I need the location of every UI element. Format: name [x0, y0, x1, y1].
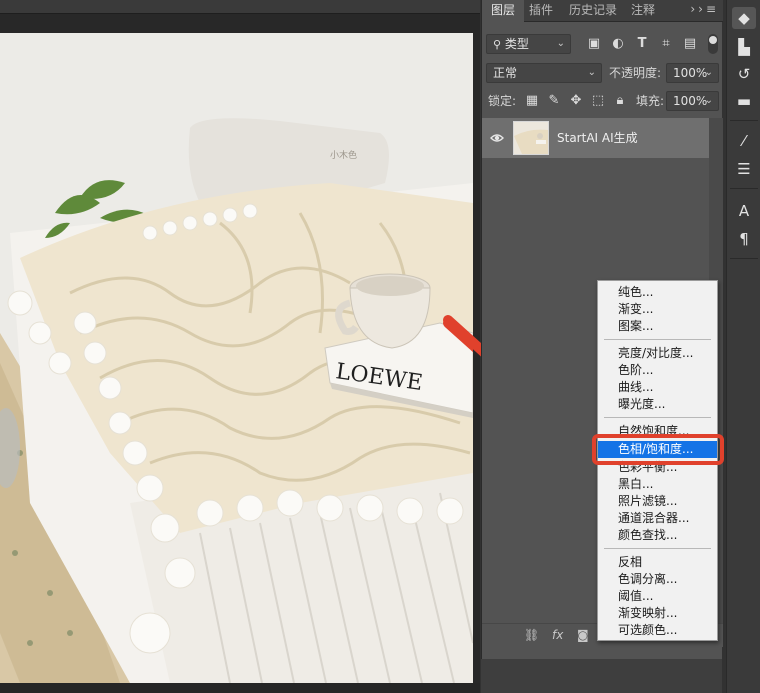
add-mask-icon[interactable]: ◙: [577, 628, 589, 642]
lock-image-pixels-icon[interactable]: ✎: [546, 93, 562, 109]
menu-separator: [604, 339, 711, 340]
chevron-down-icon: ⌄: [704, 67, 713, 78]
fx-icon[interactable]: fx: [552, 628, 563, 642]
fill-label: 填充:: [636, 94, 665, 108]
filter-toggle-switch[interactable]: [708, 34, 718, 54]
tab-plugins[interactable]: 插件: [520, 0, 562, 22]
link-layers-icon[interactable]: ⛓: [524, 628, 539, 642]
menu-item-color-lookup[interactable]: 颜色查找...: [598, 527, 717, 544]
type-filter-icon[interactable]: T: [634, 36, 650, 52]
horizontal-scrollbar[interactable]: [0, 683, 480, 693]
document-canvas-area[interactable]: 小木色 LOEWE: [0, 0, 480, 693]
blend-mode-select[interactable]: 正常 ⌄: [486, 63, 602, 83]
menu-item-solid-color[interactable]: 纯色...: [598, 284, 717, 301]
paths-icon[interactable]: ↺: [732, 63, 756, 85]
divider: [730, 188, 758, 189]
menu-item-curves[interactable]: 曲线...: [598, 379, 717, 396]
search-icon: ⚲: [493, 38, 502, 51]
character-icon[interactable]: A: [732, 200, 756, 222]
panel-tab-bar: 图层 插件 历史记录 注释 ››≡: [482, 0, 723, 23]
fill-field[interactable]: 100% ⌄: [666, 91, 719, 111]
tab-layers[interactable]: 图层: [482, 0, 525, 23]
pillow-print: 小木色: [330, 149, 357, 161]
menu-item-selective-color[interactable]: 可选颜色...: [598, 622, 717, 639]
lock-artboard-icon[interactable]: ⬚: [590, 93, 606, 109]
menu-item-black-white[interactable]: 黑白...: [598, 476, 717, 493]
channels-icon[interactable]: ▙: [732, 36, 756, 58]
divider: [730, 120, 758, 121]
pixel-filter-icon[interactable]: ▣: [586, 36, 602, 52]
menu-item-invert[interactable]: 反相: [598, 554, 717, 571]
panel-dock-gap: [481, 659, 722, 693]
adjustments-icon[interactable]: ☰: [732, 158, 756, 180]
lock-label: 锁定:: [488, 94, 517, 108]
comments-icon[interactable]: ▬: [732, 90, 756, 112]
layer-filter-kind-select[interactable]: ⚲ 类型 ⌄: [486, 34, 571, 54]
paragraph-icon[interactable]: ¶: [732, 228, 756, 250]
menu-item-brightness-contrast[interactable]: 亮度/对比度...: [598, 345, 717, 362]
lock-transparent-pixels-icon[interactable]: ▦: [524, 93, 540, 109]
blend-mode-value: 正常: [493, 66, 518, 80]
opacity-label: 不透明度:: [609, 66, 662, 80]
filter-kind-value: 类型: [504, 37, 529, 51]
menu-separator: [604, 417, 711, 418]
document-image[interactable]: 小木色 LOEWE: [0, 33, 473, 683]
menu-item-levels[interactable]: 色阶...: [598, 362, 717, 379]
layer-row[interactable]: StartAI AI生成: [482, 118, 709, 158]
menu-separator: [604, 548, 711, 549]
tab-notes[interactable]: 注释: [622, 0, 664, 22]
menu-item-pattern[interactable]: 图案...: [598, 318, 717, 335]
menu-item-gradient-map[interactable]: 渐变映射...: [598, 605, 717, 622]
annotation-highlight-box: [592, 434, 724, 465]
lock-all-icon[interactable]: 🔒︎: [612, 93, 628, 109]
menu-item-channel-mixer[interactable]: 通道混合器...: [598, 510, 717, 527]
menu-item-exposure[interactable]: 曝光度...: [598, 396, 717, 413]
opacity-value: 100%: [673, 66, 708, 80]
opacity-field[interactable]: 100% ⌄: [666, 63, 719, 83]
collapse-icon[interactable]: ››: [690, 2, 706, 16]
right-panel-dock: ◆ ▙ ↺ ▬ ⁄ ☰ A ¶: [726, 0, 760, 693]
chevron-down-icon: ⌄: [587, 67, 596, 78]
menu-item-gradient[interactable]: 渐变...: [598, 301, 717, 318]
smart-object-filter-icon[interactable]: ▤: [682, 36, 698, 52]
tab-history[interactable]: 历史记录: [560, 0, 626, 22]
chevron-down-icon: ⌄: [556, 38, 565, 49]
layer-thumbnail[interactable]: [513, 121, 549, 155]
lock-position-icon[interactable]: ✥: [568, 93, 584, 109]
panel-menu-icon[interactable]: ≡: [706, 2, 719, 16]
document-tab-strip: [0, 0, 480, 14]
fill-value: 100%: [673, 94, 708, 108]
layer-name[interactable]: StartAI AI生成: [557, 118, 638, 158]
menu-item-posterize[interactable]: 色调分离...: [598, 571, 717, 588]
divider: [730, 258, 758, 259]
menu-item-threshold[interactable]: 阈值...: [598, 588, 717, 605]
brush-settings-icon[interactable]: ⁄: [732, 130, 756, 152]
visibility-eye-icon[interactable]: [490, 131, 504, 145]
shape-filter-icon[interactable]: ⌗: [658, 36, 674, 52]
bedroom-photo: 小木色 LOEWE: [0, 33, 473, 683]
adjustment-filter-icon[interactable]: ◐: [610, 36, 626, 52]
chevron-down-icon: ⌄: [704, 95, 713, 106]
menu-item-photo-filter[interactable]: 照片滤镜...: [598, 493, 717, 510]
layers-stack-icon[interactable]: ◆: [732, 7, 756, 29]
